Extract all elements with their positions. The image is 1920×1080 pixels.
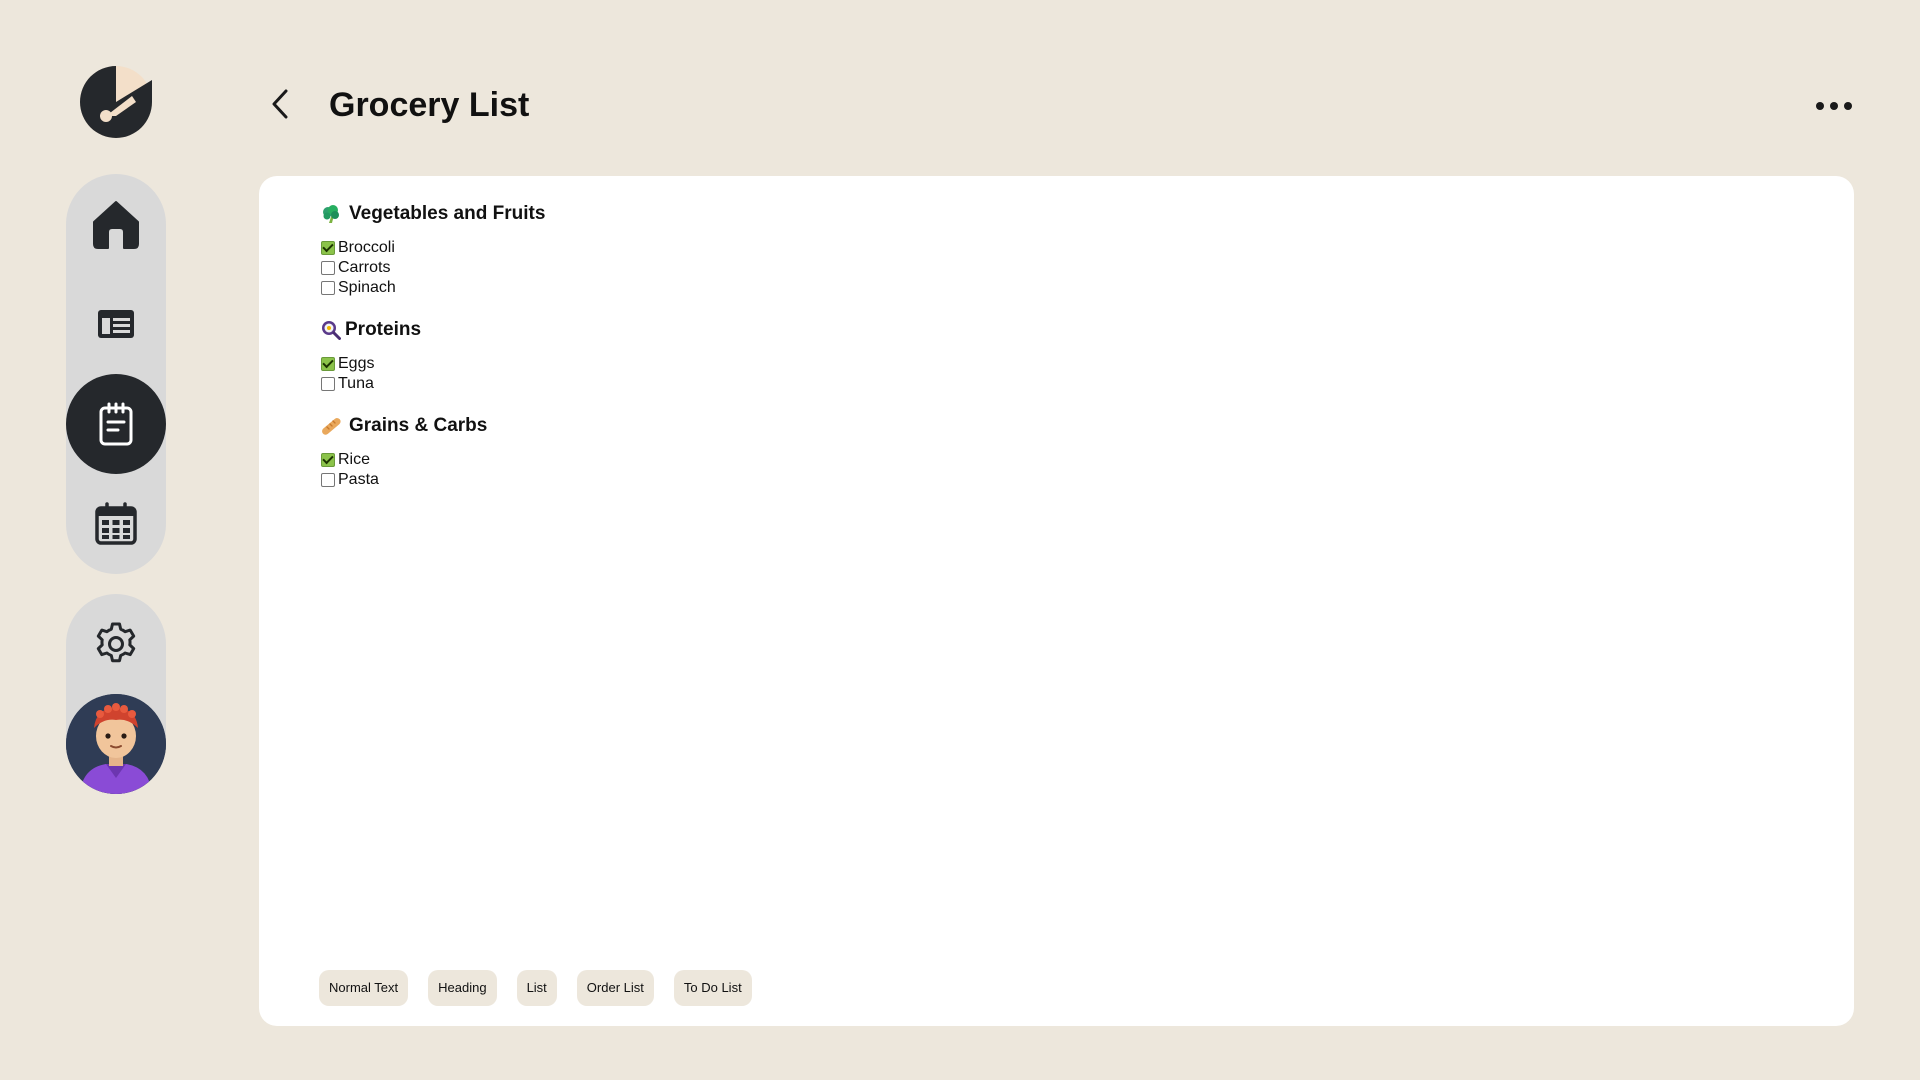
more-options-button[interactable] <box>1816 92 1852 120</box>
layout-icon <box>98 310 134 338</box>
checkbox[interactable] <box>321 281 335 295</box>
list-item-label: Pasta <box>338 471 379 488</box>
more-horizontal-icon <box>1830 102 1838 110</box>
avatar-icon <box>66 694 166 794</box>
checkbox[interactable] <box>321 261 335 275</box>
section-heading[interactable]: Vegetables and Fruits <box>321 198 1221 230</box>
order-list-button[interactable]: Order List <box>576 970 654 1006</box>
section-proteins: Proteins Eggs Tuna <box>321 314 1221 394</box>
sidebar-item-home[interactable] <box>66 174 166 274</box>
broccoli-icon <box>321 204 341 224</box>
checkbox[interactable] <box>321 453 335 467</box>
list-item: Pasta <box>321 470 1221 490</box>
more-horizontal-icon <box>1844 102 1852 110</box>
note-editor[interactable]: Vegetables and Fruits Broccoli Carrots S… <box>259 176 1854 1026</box>
list-item-label: Rice <box>338 451 371 468</box>
section-heading-text: Vegetables and Fruits <box>349 203 546 224</box>
list-item-label: Broccoli <box>338 239 395 256</box>
back-button[interactable] <box>262 86 298 122</box>
list-item: Carrots <box>321 258 1221 278</box>
user-avatar[interactable] <box>66 694 166 794</box>
home-icon <box>93 201 139 249</box>
page-title: Grocery List <box>329 86 530 124</box>
frying-pan-icon <box>321 320 341 340</box>
notepad-icon <box>99 402 133 446</box>
list-item: Rice <box>321 450 1221 470</box>
baguette-icon <box>321 416 341 436</box>
sidebar-item-notes[interactable] <box>66 374 166 474</box>
sidebar-item-calendar[interactable] <box>66 474 166 574</box>
chevron-left-icon <box>272 89 288 119</box>
checkbox[interactable] <box>321 473 335 487</box>
checkbox[interactable] <box>321 377 335 391</box>
todo-list-button[interactable]: To Do List <box>673 970 752 1006</box>
heading-button[interactable]: Heading <box>428 970 497 1006</box>
list-item: Eggs <box>321 354 1221 374</box>
list-item-label: Spinach <box>338 279 396 296</box>
list-item-label: Tuna <box>338 375 374 392</box>
list-button[interactable]: List <box>516 970 557 1006</box>
app-logo-icon <box>80 66 154 138</box>
section-heading[interactable]: Proteins <box>321 314 1221 346</box>
gear-icon <box>96 622 136 663</box>
section-heading[interactable]: Grains & Carbs <box>321 410 1221 442</box>
calendar-icon <box>95 502 137 545</box>
settings-button[interactable] <box>66 594 166 694</box>
normal-text-button[interactable]: Normal Text <box>319 970 409 1006</box>
section-heading-text: Proteins <box>345 319 422 340</box>
format-toolbar: Normal Text Heading List Order List To D… <box>319 970 752 1006</box>
section-vegetables: Vegetables and Fruits Broccoli Carrots S… <box>321 198 1221 298</box>
app-logo[interactable] <box>80 66 154 138</box>
list-item: Spinach <box>321 278 1221 298</box>
checkbox[interactable] <box>321 357 335 371</box>
note-document[interactable]: Vegetables and Fruits Broccoli Carrots S… <box>321 198 1221 506</box>
checkbox[interactable] <box>321 241 335 255</box>
section-grains: Grains & Carbs Rice Pasta <box>321 410 1221 490</box>
more-horizontal-icon <box>1816 102 1824 110</box>
sidebar-item-dashboard[interactable] <box>66 274 166 374</box>
list-item: Broccoli <box>321 238 1221 258</box>
list-item: Tuna <box>321 374 1221 394</box>
list-item-label: Carrots <box>338 259 391 276</box>
section-heading-text: Grains & Carbs <box>349 415 488 436</box>
list-item-label: Eggs <box>338 355 375 372</box>
